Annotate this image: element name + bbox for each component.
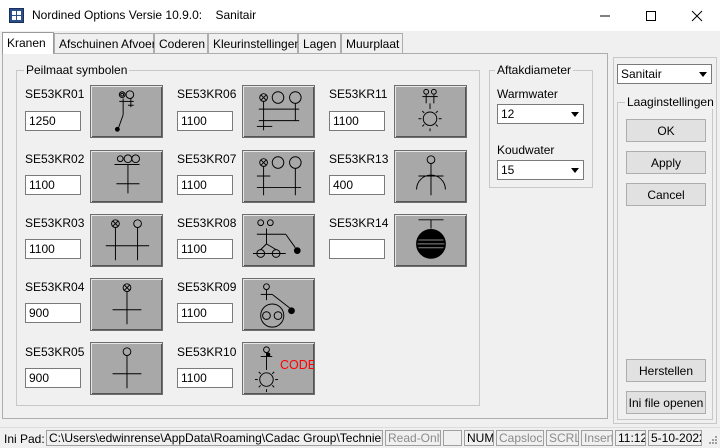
label-se53kr03: SE53KR03 [25,216,85,230]
tap-symbol-icon: CODE [254,346,314,393]
cancel-button[interactable]: Cancel [626,183,706,206]
input-se53kr04[interactable]: 900 [25,303,81,323]
symbol-se53kr03[interactable] [90,214,163,267]
label-se53kr02: SE53KR02 [25,152,85,166]
symbol-se53kr02[interactable] [90,150,163,203]
label-se53kr04: SE53KR04 [25,280,85,294]
warmwater-value: 12 [501,107,515,121]
input-se53kr14[interactable] [329,239,385,259]
tap-symbol-icon [114,154,140,194]
tab-afschuinen-afvoer[interactable]: Afschuinen Afvoer [54,33,156,53]
close-button[interactable] [674,0,720,31]
koudwater-label: Koudwater [497,143,555,157]
scrl-indicator: SCRL [546,430,579,446]
status-empty-pane [443,430,462,446]
window-title: Nordined Options Versie 10.9.0: Sanitair [32,8,257,22]
label-se53kr06: SE53KR06 [177,87,237,101]
laaginstellingen-title: Laaginstellingen [625,95,716,109]
chevron-down-icon [567,162,582,178]
tap-symbol-icon [418,88,442,132]
input-se53kr03[interactable]: 1100 [25,239,81,259]
symbol-se53kr07[interactable] [242,150,315,203]
label-se53kr01: SE53KR01 [25,87,85,101]
label-se53kr09: SE53KR09 [177,280,237,294]
koudwater-value: 15 [501,163,515,177]
tab-coderen[interactable]: Coderen [154,33,208,53]
input-se53kr05[interactable]: 900 [25,368,81,388]
koudwater-select[interactable]: 15 [497,160,584,180]
chevron-down-icon [567,106,582,122]
label-se53kr10: SE53KR10 [177,345,237,359]
tab-muurplaat[interactable]: Muurplaat [341,33,403,53]
label-se53kr13: SE53KR13 [329,152,389,166]
tap-symbol-icon [253,219,301,258]
input-se53kr11[interactable]: 1100 [329,111,385,131]
peilmaat-title: Peilmaat symbolen [24,63,130,77]
symbol-se53kr05[interactable] [90,342,163,395]
ok-button[interactable]: OK [626,119,706,142]
discipline-select[interactable]: Sanitair [617,64,712,84]
tab-kleurinstellingen[interactable]: Kleurinstellingen [208,33,301,53]
symbol-se53kr10[interactable]: CODE [242,342,315,395]
ini-path-label: Ini Pad: [4,432,45,446]
tap-symbol-icon [105,219,150,261]
input-se53kr02[interactable]: 1100 [25,175,81,195]
resize-grip-icon[interactable] [706,433,718,445]
insert-indicator: Insert [581,430,613,446]
discipline-value: Sanitair [621,67,662,81]
label-se53kr08: SE53KR08 [177,216,237,230]
symbol-se53kr13[interactable] [394,150,467,203]
code-label: CODE [280,358,314,372]
input-se53kr09[interactable]: 1100 [177,303,233,323]
minimize-button[interactable] [582,0,628,31]
capslock-indicator: Capslock [496,430,544,446]
herstellen-button[interactable]: Herstellen [626,359,706,382]
tap-symbol-icon [114,90,135,132]
input-se53kr06[interactable]: 1100 [177,111,233,131]
tab-kranen[interactable]: Kranen [2,32,54,54]
window-subtitle: Sanitair [215,8,257,22]
symbol-se53kr09[interactable] [242,278,315,331]
warmwater-select[interactable]: 12 [497,104,584,124]
symbol-se53kr11[interactable] [394,85,467,138]
ini-path-value: C:\Users\edwinrense\AppData\Roaming\Cada… [46,430,383,446]
symbol-se53kr06[interactable] [242,85,315,138]
input-se53kr01[interactable]: 1250 [25,111,81,131]
tap-symbol-icon [256,156,302,196]
minimize-icon [600,15,610,16]
title-bar[interactable]: Nordined Options Versie 10.9.0: Sanitair [0,0,720,31]
tap-symbol-icon [112,347,142,389]
tap-symbol-icon [416,155,446,196]
label-se53kr07: SE53KR07 [177,152,237,166]
time-display: 11:12 [615,430,646,446]
maximize-button[interactable] [628,0,674,31]
num-indicator: NUM [464,430,494,446]
shower-symbol-icon [416,219,446,259]
symbol-se53kr08[interactable] [242,214,315,267]
tap-symbol-icon [112,283,142,325]
aftak-title: Aftakdiameter [495,63,574,77]
maximize-icon [646,10,656,21]
tap-symbol-icon [260,283,295,328]
date-display: 5-10-2022 [648,430,702,446]
chevron-down-icon [695,66,710,82]
input-se53kr13[interactable]: 400 [329,175,385,195]
apply-button[interactable]: Apply [626,151,706,174]
app-icon [9,8,24,23]
tap-symbol-icon [256,91,302,131]
input-se53kr10[interactable]: 1100 [177,368,233,388]
close-icon [691,10,703,21]
readonly-indicator: Read-Only [385,430,441,446]
symbol-se53kr01[interactable] [90,85,163,138]
symbol-se53kr14[interactable] [394,214,467,267]
warmwater-label: Warmwater [497,87,558,101]
symbol-se53kr04[interactable] [90,278,163,331]
label-se53kr14: SE53KR14 [329,216,389,230]
label-se53kr05: SE53KR05 [25,345,85,359]
label-se53kr11: SE53KR11 [329,87,388,101]
ini-file-openen-button[interactable]: Ini file openen [626,391,706,414]
input-se53kr08[interactable]: 1100 [177,239,233,259]
tab-lagen[interactable]: Lagen [298,33,341,53]
input-se53kr07[interactable]: 1100 [177,175,233,195]
